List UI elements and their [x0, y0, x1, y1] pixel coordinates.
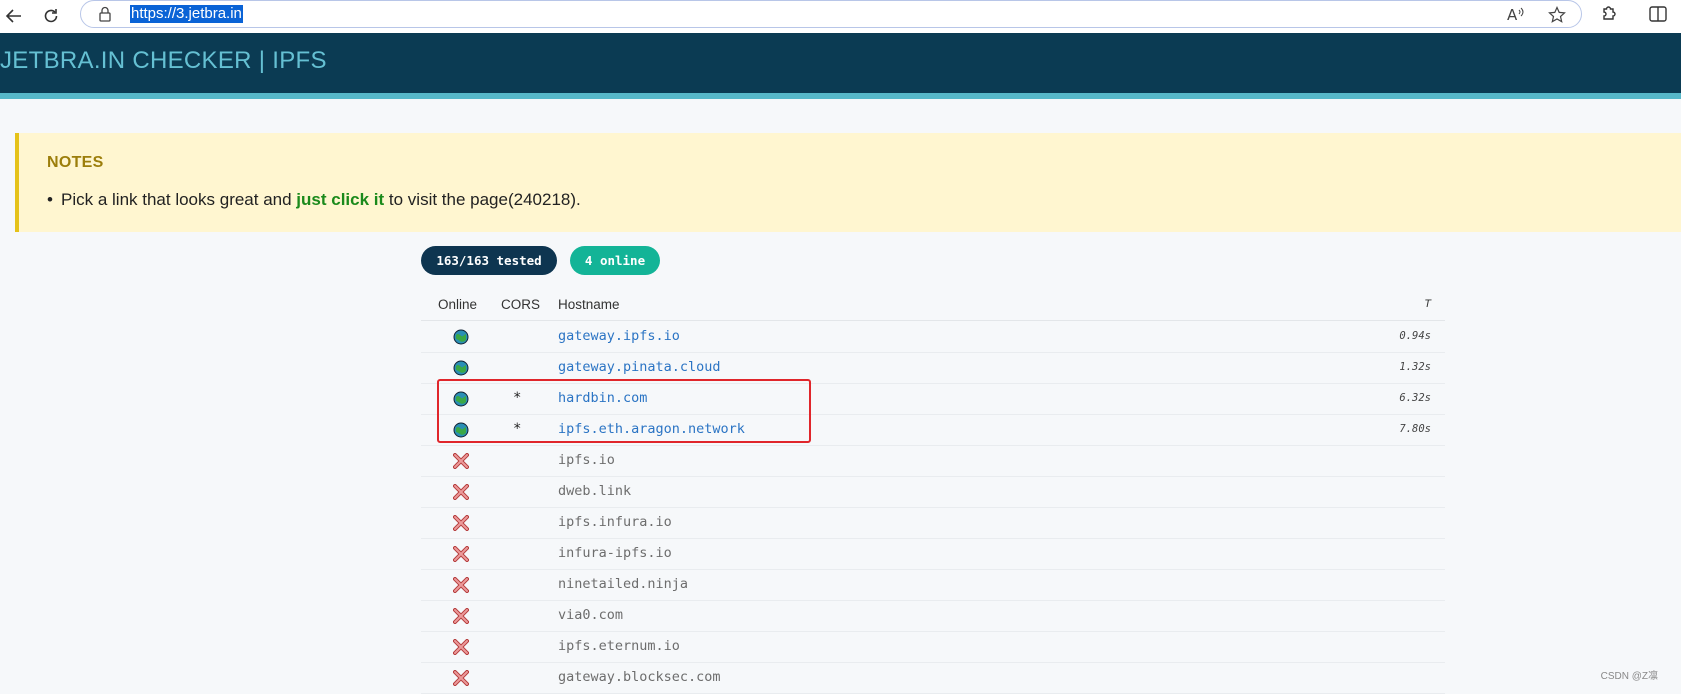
hostname-link: ninetailed.ninja — [558, 576, 689, 592]
hostname-link: dweb.link — [558, 483, 632, 499]
hostname-link: ipfs.io — [558, 452, 615, 468]
svg-text:A: A — [1507, 6, 1518, 22]
table-row: ninetailed.ninja — [421, 569, 1445, 601]
hostname-link: via0.com — [558, 607, 624, 623]
page-title: JETBRA.IN CHECKER | IPFS — [0, 47, 327, 74]
offline-x-icon — [453, 577, 469, 593]
watermark: CSDN @Z凛 — [1600, 671, 1658, 682]
site-header: JETBRA.IN CHECKER | IPFS — [0, 33, 1681, 99]
hostname-link[interactable]: gateway.ipfs.io — [558, 328, 680, 344]
table-header: Online CORS Hostname T — [421, 290, 1445, 321]
notes-text-before: Pick a link that looks great and — [61, 190, 297, 209]
favorite-star-icon[interactable] — [1548, 6, 1566, 29]
hostname-link[interactable]: gateway.pinata.cloud — [558, 359, 721, 375]
offline-x-icon — [453, 639, 469, 655]
notes-emphasis: just click it — [296, 190, 385, 209]
hostname-link: infura-ipfs.io — [558, 545, 672, 561]
refresh-icon[interactable] — [37, 2, 65, 30]
column-header-time: T — [1424, 298, 1431, 310]
hostname-link: ipfs.eternum.io — [558, 638, 680, 654]
url-text[interactable]: https://3.jetbra.in — [130, 5, 243, 23]
table-row: infura-ipfs.io — [421, 538, 1445, 570]
read-aloud-icon[interactable]: A — [1507, 6, 1525, 27]
back-icon[interactable] — [0, 2, 28, 30]
lock-icon[interactable] — [98, 6, 112, 27]
response-time: 1.32s — [1399, 361, 1431, 373]
offline-x-icon — [453, 670, 469, 686]
offline-x-icon — [453, 546, 469, 562]
table-row: ipfs.io — [421, 445, 1445, 477]
address-bar[interactable]: https://3.jetbra.in A — [80, 0, 1582, 28]
notes-title: NOTES — [47, 154, 104, 171]
table-row: gateway.ipfs.io 0.94s — [421, 321, 1445, 353]
table-row: ipfs.infura.io — [421, 507, 1445, 539]
table-row: gateway.blocksec.com — [421, 662, 1445, 694]
response-time: 6.32s — [1399, 392, 1431, 404]
response-time: 0.94s — [1399, 330, 1431, 342]
bullet-icon: • — [47, 190, 53, 209]
table-row: via0.com — [421, 600, 1445, 632]
offline-x-icon — [453, 515, 469, 531]
online-globe-icon — [453, 329, 469, 345]
offline-x-icon — [453, 453, 469, 469]
notes-panel: NOTES • Pick a link that looks great and … — [15, 133, 1681, 232]
hostname-link: ipfs.infura.io — [558, 514, 672, 530]
extensions-icon[interactable] — [1600, 4, 1620, 29]
split-screen-icon[interactable] — [1648, 4, 1668, 29]
table-row: dweb.link — [421, 476, 1445, 508]
column-header-cors: CORS — [501, 297, 541, 312]
hostname-link: gateway.blocksec.com — [558, 669, 721, 685]
offline-x-icon — [453, 484, 469, 500]
notes-text-after: to visit the page(240218). — [384, 190, 581, 209]
tested-count-badge: 163/163 tested — [421, 246, 557, 275]
online-count-badge: 4 online — [570, 246, 660, 275]
response-time: 7.80s — [1399, 423, 1431, 435]
online-globe-icon — [453, 360, 469, 376]
highlight-box — [437, 379, 811, 443]
notes-item: • Pick a link that looks great and just c… — [47, 190, 581, 210]
browser-toolbar: https://3.jetbra.in A — [0, 0, 1681, 33]
column-header-online: Online — [438, 297, 478, 312]
table-row: ipfs.eternum.io — [421, 631, 1445, 663]
offline-x-icon — [453, 608, 469, 624]
column-header-hostname: Hostname — [558, 297, 620, 312]
